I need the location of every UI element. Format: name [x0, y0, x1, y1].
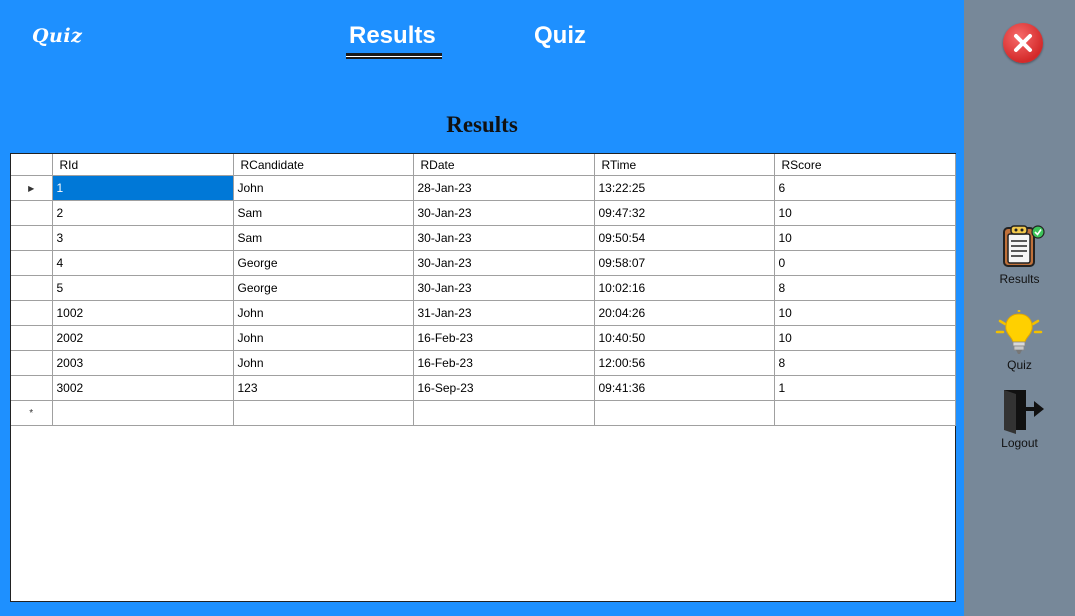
cell-rscore[interactable]: 8: [774, 350, 956, 376]
new-row[interactable]: *: [11, 400, 956, 426]
cell-rid[interactable]: 4: [52, 250, 234, 276]
table-row[interactable]: 4 George 30-Jan-23 09:58:07 0: [11, 250, 956, 276]
cell-rscore[interactable]: 0: [774, 250, 956, 276]
cell-rid[interactable]: 1: [52, 175, 234, 201]
app-window: Quiz Results Quiz Results RId RCandidate…: [0, 0, 1075, 616]
table-row[interactable]: ▶ 1 John 28-Jan-23 13:22:25 6: [11, 175, 956, 201]
cell-rdate[interactable]: 16-Feb-23: [413, 350, 595, 376]
cell-rcandidate[interactable]: John: [233, 350, 414, 376]
column-header-rid[interactable]: RId: [52, 154, 234, 176]
row-header[interactable]: [11, 300, 53, 326]
sidebar-item-results[interactable]: Results: [964, 224, 1075, 286]
table-row[interactable]: 2002 John 16-Feb-23 10:40:50 10: [11, 325, 956, 351]
cell-rid[interactable]: 2: [52, 200, 234, 226]
table-row[interactable]: 1002 John 31-Jan-23 20:04:26 10: [11, 300, 956, 326]
sidebar-item-label: Results: [999, 272, 1040, 286]
table-row[interactable]: 2 Sam 30-Jan-23 09:47:32 10: [11, 200, 956, 226]
cell-rtime[interactable]: 09:41:36: [594, 375, 775, 401]
cell-rdate[interactable]: 30-Jan-23: [413, 275, 595, 301]
row-header[interactable]: [11, 375, 53, 401]
cell-rdate[interactable]: 31-Jan-23: [413, 300, 595, 326]
row-header[interactable]: [11, 275, 53, 301]
column-header-rdate[interactable]: RDate: [413, 154, 595, 176]
cell-rdate[interactable]: 28-Jan-23: [413, 175, 595, 201]
cell-rid[interactable]: 2002: [52, 325, 234, 351]
cell-rscore[interactable]: 10: [774, 325, 956, 351]
logout-door-icon: [1004, 390, 1044, 434]
results-grid[interactable]: RId RCandidate RDate RTime RScore ▶ 1 John…: [10, 153, 956, 602]
column-header-rcandidate[interactable]: RCandidate: [233, 154, 414, 176]
cell-rid[interactable]: 3002: [52, 375, 234, 401]
clipboard-check-icon: [1003, 225, 1045, 267]
table-row[interactable]: 2003 John 16-Feb-23 12:00:56 8: [11, 350, 956, 376]
cell-rtime[interactable]: 09:47:32: [594, 200, 775, 226]
tab-results[interactable]: Results: [349, 22, 436, 50]
row-header[interactable]: [11, 350, 53, 376]
cell-rtime[interactable]: 09:58:07: [594, 250, 775, 276]
header-row: RId RCandidate RDate RTime RScore: [11, 154, 956, 176]
cell-rdate[interactable]: 16-Feb-23: [413, 325, 595, 351]
cell-rid[interactable]: 5: [52, 275, 234, 301]
cell-rcandidate[interactable]: Sam: [233, 200, 414, 226]
cell-rscore[interactable]: 8: [774, 275, 956, 301]
table-row[interactable]: 5 George 30-Jan-23 10:02:16 8: [11, 275, 956, 301]
row-header[interactable]: [11, 200, 53, 226]
cell-rdate[interactable]: 16-Sep-23: [413, 375, 595, 401]
lightbulb-icon: [995, 310, 1043, 354]
row-header[interactable]: ▶: [11, 175, 53, 201]
cell-rdate[interactable]: 30-Jan-23: [413, 250, 595, 276]
row-header[interactable]: [11, 325, 53, 351]
cell-rcandidate[interactable]: John: [233, 325, 414, 351]
cell-rtime[interactable]: 10:02:16: [594, 275, 775, 301]
new-row-cell[interactable]: [594, 400, 775, 426]
sidebar-item-logout[interactable]: Logout: [964, 388, 1075, 450]
cell-rcandidate[interactable]: John: [233, 300, 414, 326]
table-row[interactable]: 3 Sam 30-Jan-23 09:50:54 10: [11, 225, 956, 251]
cell-rid[interactable]: 1002: [52, 300, 234, 326]
new-row-cell[interactable]: [233, 400, 414, 426]
cell-rtime[interactable]: 09:50:54: [594, 225, 775, 251]
cell-rcandidate[interactable]: George: [233, 250, 414, 276]
table-row[interactable]: 3002 123 16-Sep-23 09:41:36 1: [11, 375, 956, 401]
sidebar-item-quiz[interactable]: Quiz: [964, 310, 1075, 372]
cell-rcandidate[interactable]: George: [233, 275, 414, 301]
sidebar-item-label: Quiz: [1007, 358, 1032, 372]
cell-rtime[interactable]: 13:22:25: [594, 175, 775, 201]
row-header-corner[interactable]: [11, 154, 53, 176]
column-header-rscore[interactable]: RScore: [774, 154, 956, 176]
row-header[interactable]: [11, 225, 53, 251]
cell-rscore[interactable]: 1: [774, 375, 956, 401]
page-title: Results: [446, 112, 518, 137]
results-table: RId RCandidate RDate RTime RScore ▶ 1 John…: [11, 154, 956, 426]
cell-rcandidate[interactable]: John: [233, 175, 414, 201]
app-logo: Quiz: [32, 25, 83, 47]
close-button[interactable]: [1003, 23, 1043, 63]
cell-rscore[interactable]: 10: [774, 300, 956, 326]
cell-rid[interactable]: 3: [52, 225, 234, 251]
sidebar-item-label: Logout: [1001, 436, 1038, 450]
cell-rtime[interactable]: 10:40:50: [594, 325, 775, 351]
cell-rcandidate[interactable]: Sam: [233, 225, 414, 251]
cell-rdate[interactable]: 30-Jan-23: [413, 200, 595, 226]
cell-rscore[interactable]: 10: [774, 200, 956, 226]
new-row-cell[interactable]: [52, 400, 234, 426]
cell-rscore[interactable]: 6: [774, 175, 956, 201]
new-row-cell[interactable]: [413, 400, 595, 426]
new-row-marker: *: [11, 400, 53, 426]
tab-quiz[interactable]: Quiz: [534, 22, 586, 50]
new-row-cell[interactable]: [774, 400, 956, 426]
close-icon: [1014, 34, 1032, 52]
cell-rtime[interactable]: 12:00:56: [594, 350, 775, 376]
cell-rscore[interactable]: 10: [774, 225, 956, 251]
active-tab-underline: [346, 53, 442, 59]
sidebar: Results Quiz Logout: [964, 0, 1075, 616]
cell-rdate[interactable]: 30-Jan-23: [413, 225, 595, 251]
column-header-rtime[interactable]: RTime: [594, 154, 775, 176]
cell-rcandidate[interactable]: 123: [233, 375, 414, 401]
row-header[interactable]: [11, 250, 53, 276]
cell-rid[interactable]: 2003: [52, 350, 234, 376]
cell-rtime[interactable]: 20:04:26: [594, 300, 775, 326]
